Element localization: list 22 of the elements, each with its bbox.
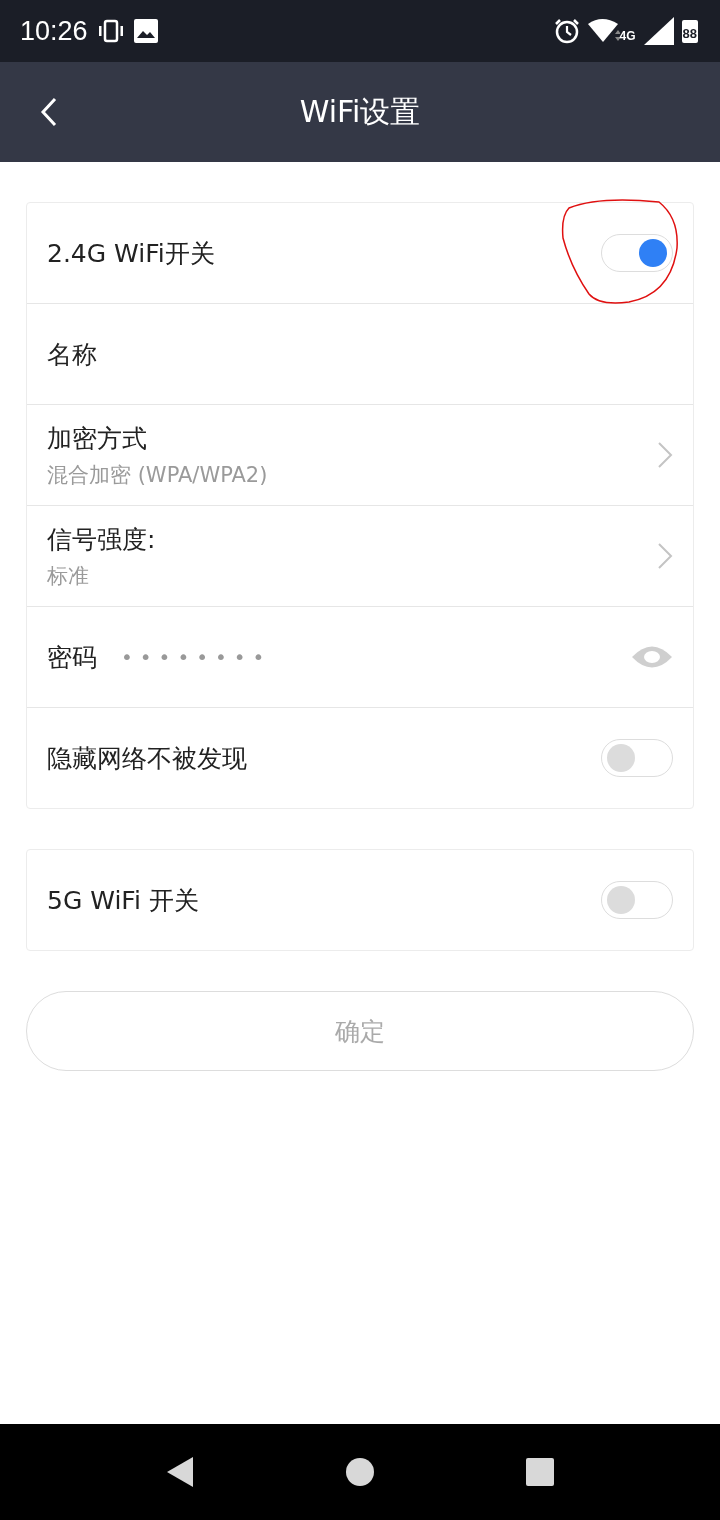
wifi-icon [587, 18, 620, 44]
battery-level: 88 [681, 19, 698, 43]
image-icon [133, 19, 158, 43]
back-icon[interactable] [165, 1455, 195, 1489]
alarm-icon [553, 18, 580, 44]
home-icon[interactable] [345, 1457, 375, 1487]
network-type: 4G [619, 29, 636, 43]
setting-label: 信号强度: [47, 523, 156, 556]
setting-label: 隐藏网络不被发现 [47, 742, 247, 775]
page-title: WiFi设置 [299, 92, 421, 131]
setting-value: 混合加密 (WPA/WPA2) [47, 461, 268, 489]
back-icon[interactable] [40, 97, 58, 127]
password-field[interactable]: •••••••• [121, 645, 272, 669]
signal-icon [643, 17, 674, 45]
setting-label: 5G WiFi 开关 [47, 884, 199, 917]
clock-time: 10:26 [20, 15, 88, 47]
recents-icon[interactable] [525, 1457, 555, 1487]
setting-label: 2.4G WiFi开关 [47, 237, 215, 270]
setting-label: 名称 [47, 338, 97, 371]
setting-label: 密码 [47, 641, 97, 674]
setting-value: 标准 [47, 562, 90, 590]
setting-label: 加密方式 [47, 422, 148, 455]
